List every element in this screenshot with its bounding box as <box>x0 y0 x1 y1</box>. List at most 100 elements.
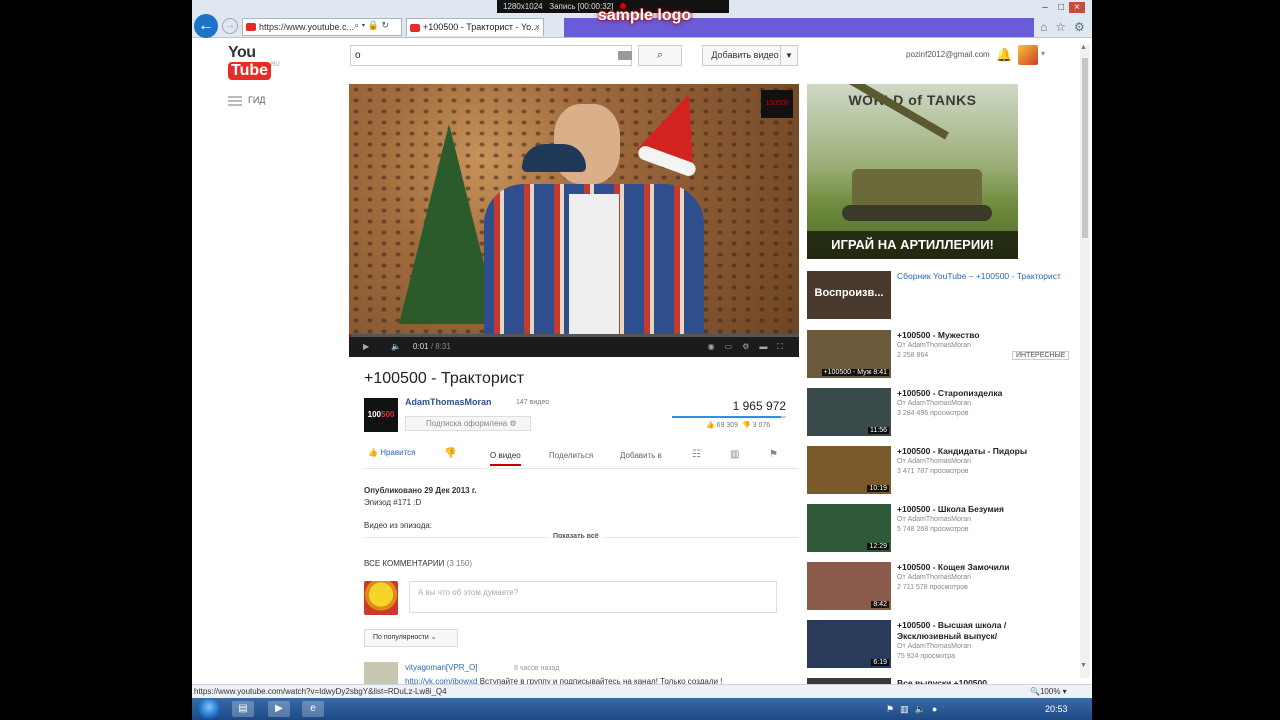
subscribe-button[interactable]: Подписка оформлена ⚙ <box>405 416 531 431</box>
sort-comments-button[interactable]: По популярности ⌄ <box>364 629 458 647</box>
scrollbar-thumb[interactable] <box>1082 58 1088 238</box>
scroll-down-icon[interactable]: ▼ <box>1080 662 1087 669</box>
zoom-control[interactable]: 🔍100% ▾ <box>1030 685 1067 698</box>
like-button[interactable]: 👍 Нравится <box>368 448 416 457</box>
start-button[interactable] <box>198 699 220 719</box>
play-icon[interactable]: ▶ <box>363 337 369 357</box>
recommended-thumbnail[interactable]: 10:19 <box>807 446 891 494</box>
subscription-settings-icon[interactable]: ⚙ <box>510 419 517 428</box>
video-duration: 6:19 <box>871 659 889 666</box>
ad-banner[interactable]: WORLD of TANKS ИГРАЙ НА АРТИЛЛЕРИИ! <box>807 84 1018 259</box>
settings-gear-icon[interactable]: ⚙ <box>1074 20 1092 34</box>
comments-count: (3 150) <box>446 559 473 568</box>
time-current: 0:01 <box>413 342 429 351</box>
internet-explorer-icon[interactable]: e <box>302 701 324 717</box>
upload-button[interactable]: Добавить видео <box>702 45 788 66</box>
transcript-icon[interactable]: ☷ <box>692 449 701 460</box>
comments-title-text: ВСЕ КОММЕНТАРИИ <box>364 559 445 568</box>
video-duration: 10:19 <box>867 485 889 492</box>
show-all-button[interactable]: Показать всё <box>549 533 603 540</box>
video-duration: +100500 - Муж 8:41 <box>821 369 889 376</box>
recommended-item[interactable]: 12:29 +100500 - Школа Безумия От AdamThoma… <box>807 504 1077 552</box>
report-flag-icon[interactable]: ⚑ <box>769 449 778 460</box>
dislike-button[interactable]: 👎 <box>444 448 456 459</box>
recommended-thumbnail[interactable]: 12:29 <box>807 504 891 552</box>
scroll-up-icon[interactable]: ▲ <box>1080 44 1087 51</box>
tab-close-icon[interactable]: × <box>535 19 540 36</box>
chevron-down-icon[interactable]: ▾ <box>1041 49 1045 58</box>
recommended-thumbnail[interactable]: 6:19 <box>807 620 891 668</box>
video-player[interactable]: 100500 ▶ 🔈 0:01 / 8:31 ◉▭⚙▬⛶ <box>349 84 799 357</box>
browser-tab[interactable]: +100500 - Тракторист - Yo... × <box>406 18 544 36</box>
youtube-logo[interactable]: YouTube RU <box>228 44 288 80</box>
comment-author[interactable]: vityagoman[VPR_O] <box>405 663 477 672</box>
video-frame[interactable]: 100500 <box>349 84 799 334</box>
logo-you: You <box>228 44 256 61</box>
recommended-item[interactable]: Воспроизв... Сборник YouTube – +100500 - … <box>807 271 1077 319</box>
guide-button[interactable]: ГИД <box>228 95 265 106</box>
search-input[interactable]: о <box>350 45 632 66</box>
thumbs-up-small-icon: 👍 <box>706 422 715 429</box>
annotations-icon[interactable]: ◉ <box>708 342 725 351</box>
channel-thumb-hl: 500 <box>381 410 395 419</box>
recommended-item[interactable]: 11:56 +100500 - Старопизделка От AdamThoma… <box>807 388 1077 436</box>
fullscreen-icon[interactable]: ⛶ <box>777 342 793 351</box>
recommended-title[interactable]: +100500 - Кандидаты - Пидоры <box>897 446 1067 457</box>
address-bar-icons[interactable]: ⌕ ▾ 🔒 ↻ <box>354 20 389 31</box>
channel-video-count[interactable]: 147 видео <box>516 399 549 406</box>
settings-icon[interactable]: ⚙ <box>742 342 759 351</box>
volume-icon[interactable]: 🔈 <box>391 337 401 357</box>
tray-network-icon[interactable]: ▥ <box>900 704 915 714</box>
recommended-title[interactable]: +100500 - Школа Безумия <box>897 504 1067 515</box>
recommended-item[interactable]: 6:19 +100500 - Высшая школа /Эксклюзивный… <box>807 620 1077 668</box>
tab-add-to[interactable]: Добавить в <box>620 451 662 460</box>
maximize-icon[interactable]: □ <box>1053 2 1069 13</box>
tray-record-icon[interactable]: ● <box>932 704 943 714</box>
keyboard-icon[interactable] <box>618 51 632 60</box>
home-icon[interactable]: ⌂ <box>1040 20 1055 34</box>
like-counts: 👍 69 309 👎 3 076 <box>706 421 770 429</box>
comment-time[interactable]: 8 часов назад <box>514 665 559 672</box>
minimize-icon[interactable]: – <box>1037 2 1053 13</box>
recommended-item[interactable]: 10:19 +100500 - Кандидаты - Пидоры От Adam… <box>807 446 1077 494</box>
recommended-title[interactable]: Сборник YouTube – +100500 - Тракторист <box>897 271 1067 282</box>
subtitles-icon[interactable]: ▭ <box>725 342 743 351</box>
tab-about[interactable]: О видео <box>490 451 521 466</box>
explorer-icon[interactable]: ▤ <box>232 701 254 717</box>
recommended-views: 3 471 787 просмотров <box>897 468 969 475</box>
recommended-item[interactable]: +100500 - Муж 8:41 +100500 - Мужество От A… <box>807 330 1077 378</box>
publish-date: Опубликовано 29 Дек 2013 г. <box>364 486 477 495</box>
channel-avatar[interactable]: 100500 <box>364 398 398 432</box>
recommended-title[interactable]: +100500 - Мужество <box>897 330 1067 341</box>
notifications-bell-icon[interactable]: 🔔 <box>996 47 1012 63</box>
user-email[interactable]: pozinf2012@gmail.com <box>906 50 990 59</box>
recommended-badge[interactable]: ИНТЕРЕСНЫЕ <box>1012 351 1070 360</box>
channel-thumb-text: 100 <box>367 410 381 419</box>
tab-share[interactable]: Поделиться <box>549 451 593 460</box>
recommended-title[interactable]: +100500 - Кощея Замочили <box>897 562 1067 573</box>
recommended-thumbnail[interactable]: +100500 - Муж 8:41 <box>807 330 891 378</box>
upload-dropdown-icon[interactable]: ▼ <box>780 45 798 66</box>
close-window-icon[interactable]: × <box>1069 2 1085 13</box>
guide-label: ГИД <box>248 95 266 105</box>
media-player-icon[interactable]: ▶ <box>268 701 290 717</box>
recommended-thumbnail[interactable]: Воспроизв... <box>807 271 891 319</box>
forward-button[interactable]: → <box>222 18 238 34</box>
back-button[interactable]: ← <box>194 14 218 38</box>
recommended-thumbnail[interactable]: 11:56 <box>807 388 891 436</box>
tray-volume-icon[interactable]: 🔈 <box>915 704 932 714</box>
stats-icon[interactable]: ▥ <box>730 449 739 460</box>
search-button[interactable]: ⌕ <box>638 45 682 66</box>
comment-input[interactable]: А вы что об этом думаете? <box>409 581 777 613</box>
recommended-item[interactable]: 8:42 +100500 - Кощея Замочили От AdamThoma… <box>807 562 1077 610</box>
channel-name[interactable]: AdamThomasMoran <box>405 397 492 407</box>
theater-mode-icon[interactable]: ▬ <box>759 342 777 351</box>
recommended-title[interactable]: +100500 - Старопизделка <box>897 388 1067 399</box>
favorites-star-icon[interactable]: ☆ <box>1055 20 1074 34</box>
user-avatar[interactable] <box>1018 45 1038 65</box>
recommended-thumbnail[interactable]: 8:42 <box>807 562 891 610</box>
tray-flag-icon[interactable]: ⚑ <box>886 704 900 714</box>
comment-author-avatar[interactable] <box>364 662 398 686</box>
recommended-channel: От AdamThomasMoran <box>897 643 972 650</box>
recommended-title[interactable]: +100500 - Высшая школа /Эксклюзивный вып… <box>897 620 1067 642</box>
